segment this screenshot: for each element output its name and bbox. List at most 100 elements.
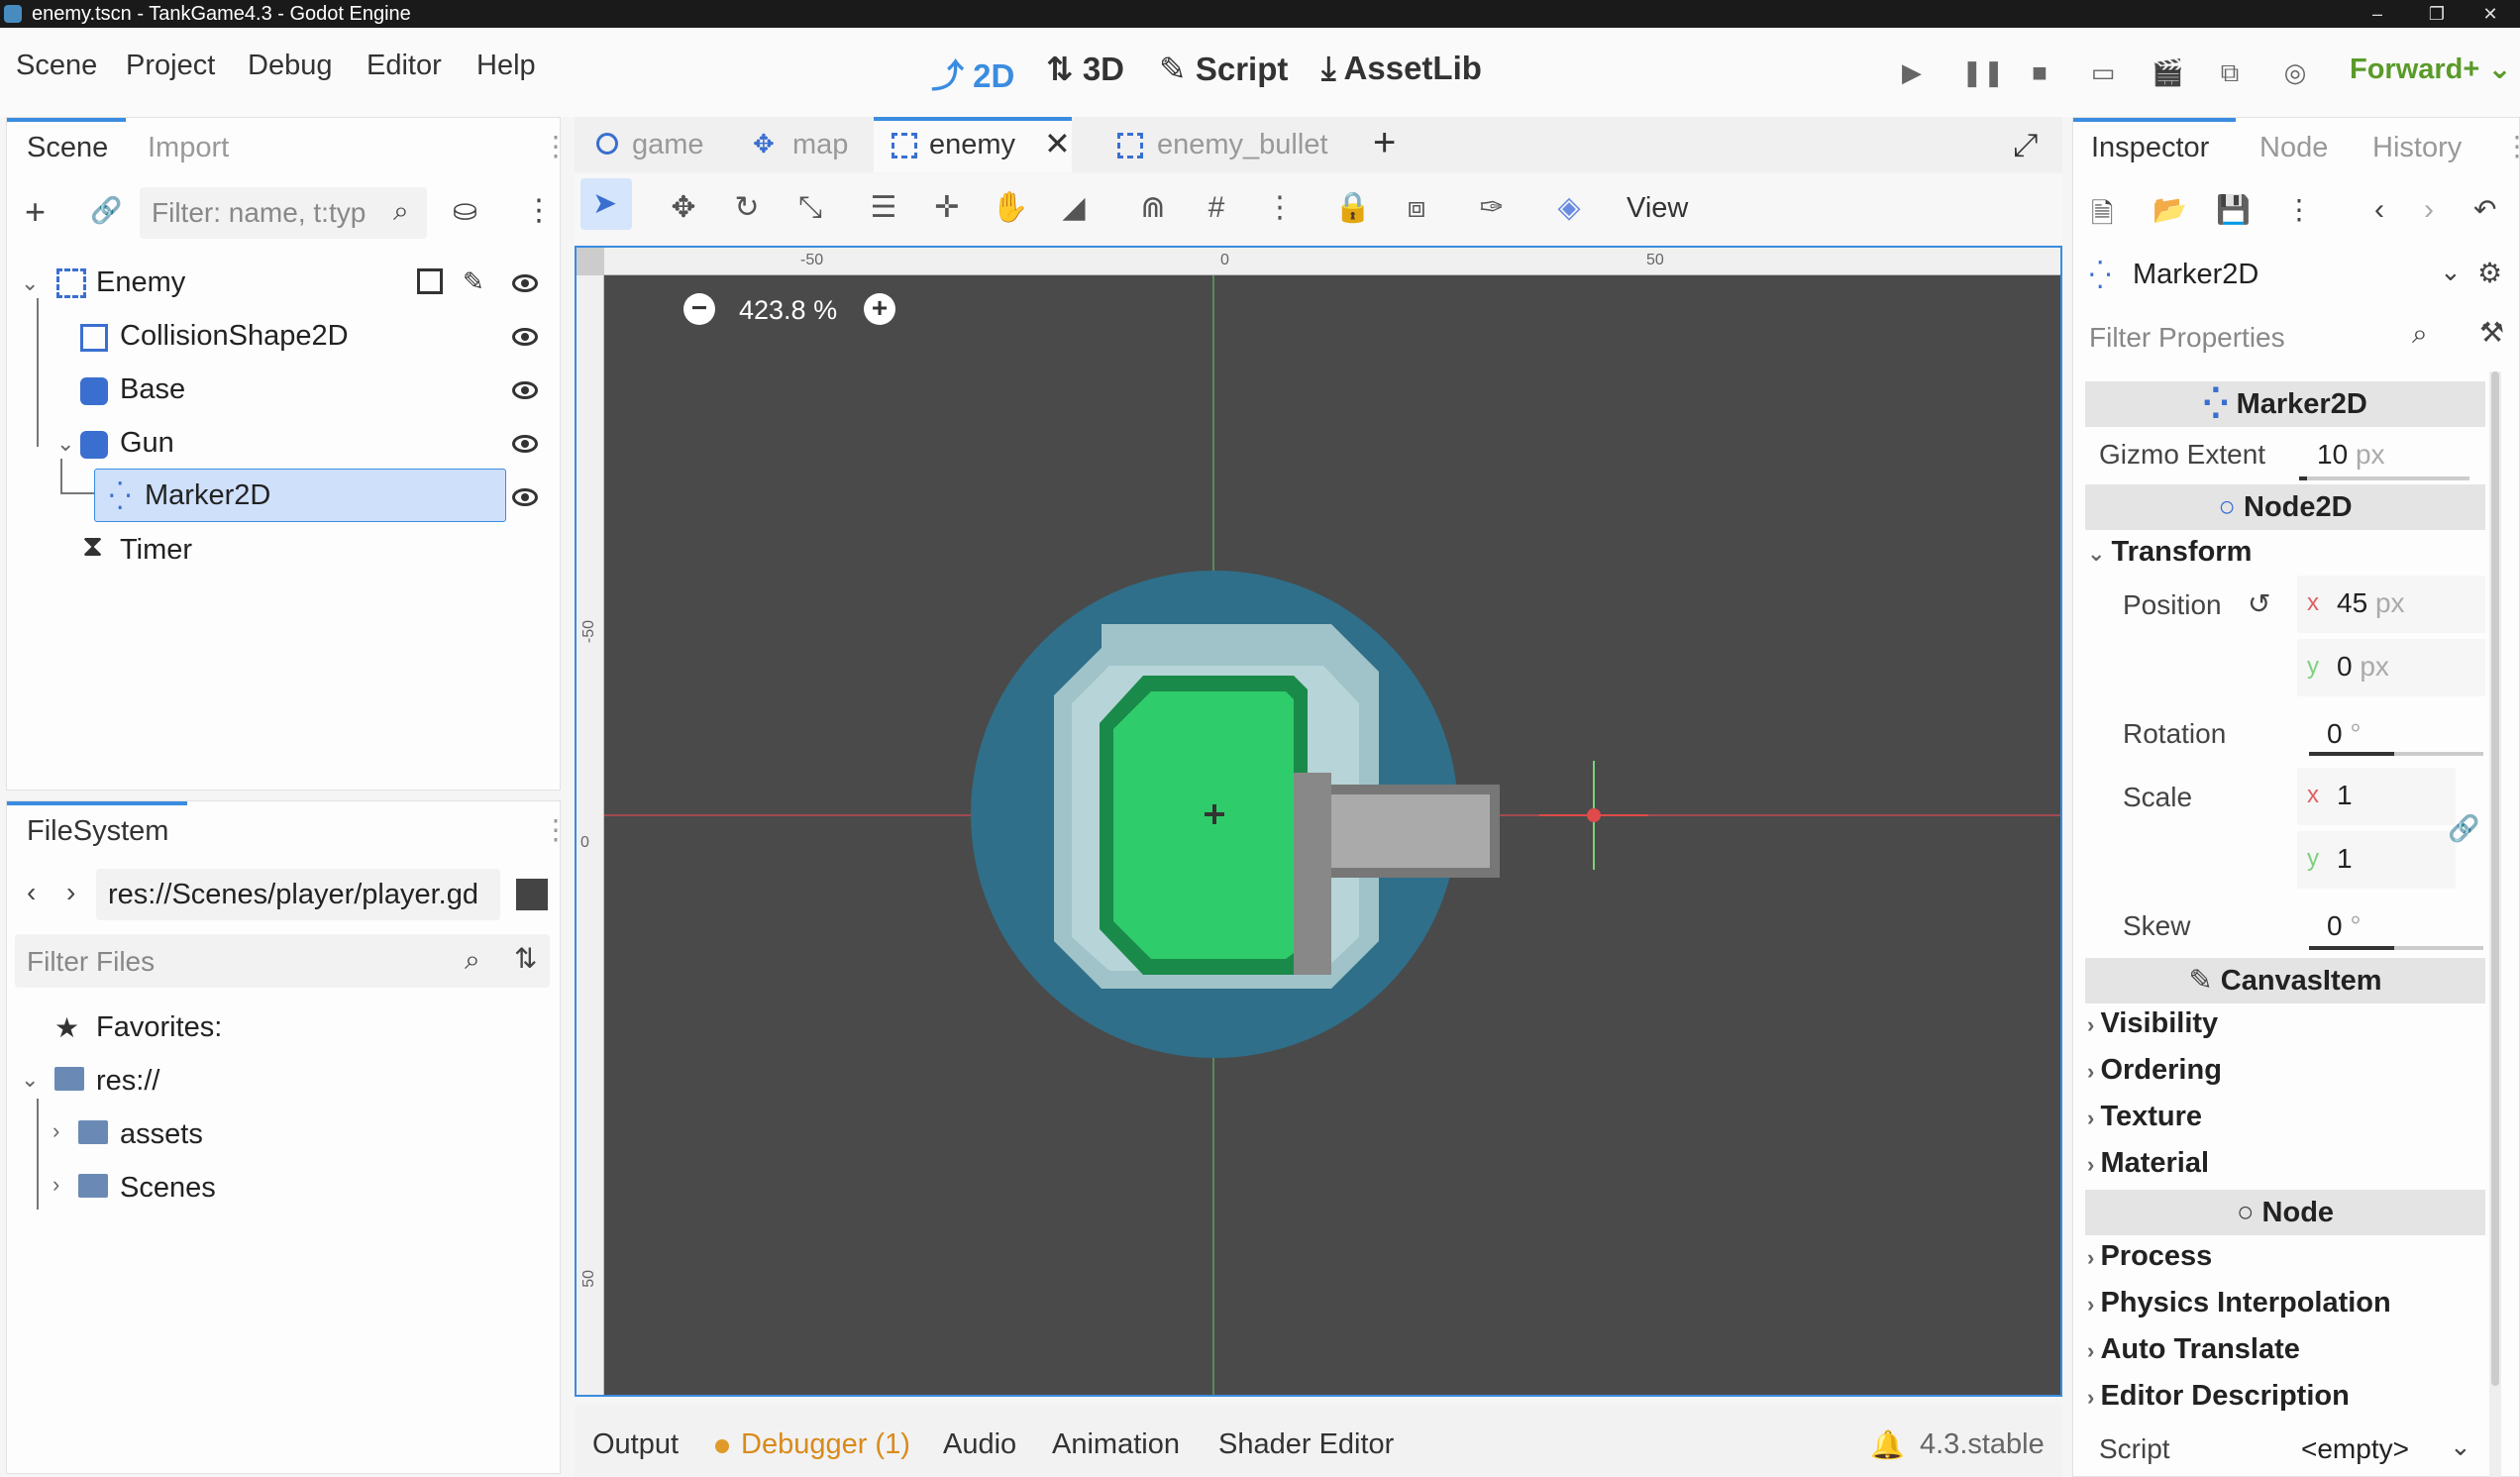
- link-icon[interactable]: 🔗: [90, 195, 122, 226]
- scale-mode-icon[interactable]: ⤡: [790, 188, 830, 228]
- section-marker2d[interactable]: ⁛ Marker2D: [2085, 381, 2485, 427]
- filter-files-input[interactable]: Filter Files ⌕: [15, 934, 550, 988]
- scale-y-field[interactable]: y 1: [2297, 831, 2456, 889]
- movie-maker-icon[interactable]: ◎: [2280, 57, 2310, 87]
- minimize-button[interactable]: –: [2348, 0, 2407, 28]
- split-view-icon[interactable]: [516, 879, 548, 910]
- group-process[interactable]: › Process: [2087, 1240, 2212, 1273]
- instantiate-scene-icon[interactable]: ⛀: [453, 193, 477, 228]
- expand-arrow-icon[interactable]: ›: [52, 1118, 59, 1144]
- renderer-select[interactable]: Forward+ ⌄: [2350, 52, 2512, 86]
- stop-icon[interactable]: ■: [2025, 57, 2054, 87]
- position-y-field[interactable]: y 0 px: [2297, 639, 2485, 696]
- fs-assets[interactable]: assets: [120, 1118, 203, 1151]
- node-type-selector[interactable]: ⁛ Marker2D ⌄: [2081, 247, 2468, 302]
- history-back-icon[interactable]: ‹: [2374, 193, 2384, 227]
- dock-menu-icon[interactable]: ⋮: [542, 130, 570, 162]
- tab-output[interactable]: Output: [592, 1428, 679, 1461]
- rotate-mode-icon[interactable]: ↻: [727, 188, 767, 228]
- tree-item-enemy[interactable]: Enemy: [96, 266, 185, 299]
- menu-project[interactable]: Project: [126, 50, 215, 82]
- tab-game[interactable]: game: [632, 129, 704, 161]
- mode-script-button[interactable]: ✎ Script: [1159, 50, 1288, 88]
- section-canvasitem[interactable]: ✎ CanvasItem: [2085, 958, 2485, 1003]
- skew-slider[interactable]: [2309, 946, 2483, 950]
- save-icon[interactable]: 💾: [2216, 193, 2251, 226]
- visibility-eye-icon[interactable]: [512, 274, 538, 292]
- menu-debug[interactable]: Debug: [248, 50, 332, 82]
- scroll-thumb[interactable]: [2491, 371, 2499, 1386]
- pan-hand-icon[interactable]: ✋: [991, 188, 1030, 228]
- script-attached-icon[interactable]: ✎: [463, 266, 484, 297]
- new-resource-icon[interactable]: 🗎: [2091, 193, 2114, 241]
- remote-debug-icon[interactable]: ▭: [2088, 57, 2118, 87]
- group-ordering[interactable]: › Ordering: [2087, 1054, 2222, 1087]
- scene-filter-input[interactable]: Filter: name, t:typ ⌕: [140, 187, 427, 239]
- filter-properties-input[interactable]: Filter Properties ⌕: [2073, 308, 2469, 364]
- visibility-eye-icon[interactable]: [512, 435, 538, 453]
- script-value[interactable]: <empty>: [2301, 1433, 2409, 1465]
- visibility-eye-icon[interactable]: [512, 328, 538, 346]
- gizmo-extent-slider[interactable]: [2299, 476, 2469, 480]
- rotation-input[interactable]: 0 °: [2327, 718, 2362, 750]
- add-tab-icon[interactable]: +: [1373, 121, 1396, 165]
- position-x-field[interactable]: x 45 px: [2297, 576, 2485, 633]
- tab-enemy-active[interactable]: enemy ✕: [874, 117, 1072, 172]
- tree-item-gun[interactable]: Gun: [120, 427, 174, 460]
- add-node-icon[interactable]: +: [25, 191, 46, 233]
- path-field[interactable]: res://Scenes/player/player.gd: [96, 869, 500, 920]
- resource-menu-icon[interactable]: ⋮: [2285, 193, 2313, 226]
- tab-map[interactable]: map: [792, 129, 848, 161]
- play-custom-scene-icon[interactable]: ⧉: [2215, 57, 2245, 87]
- tree-item-collisionshape2d[interactable]: CollisionShape2D: [120, 320, 349, 353]
- sort-icon[interactable]: ⇅: [514, 942, 537, 975]
- close-window-button[interactable]: ✕: [2461, 0, 2520, 28]
- snap-options-icon[interactable]: ⋮: [1260, 188, 1300, 228]
- tab-enemy-bullet[interactable]: enemy_bullet: [1157, 129, 1328, 161]
- canvas-viewport[interactable]: -50 0 50 -50 0 50 − 423.8 % +: [575, 246, 2062, 1397]
- tab-inspector[interactable]: Inspector: [2091, 132, 2209, 164]
- group-icon[interactable]: [417, 268, 443, 294]
- collapse-arrow-icon[interactable]: ⌄: [21, 1067, 39, 1093]
- link-scale-icon[interactable]: 🔗: [2448, 813, 2479, 844]
- mode-3d-button[interactable]: ⇅ 3D: [1046, 50, 1124, 88]
- group-editor-description[interactable]: › Editor Description: [2087, 1380, 2350, 1413]
- view-menu-button[interactable]: View: [1627, 192, 1688, 225]
- tab-node[interactable]: Node: [2259, 132, 2328, 164]
- tab-animation[interactable]: Animation: [1052, 1428, 1180, 1461]
- fs-res-root[interactable]: res://: [96, 1065, 159, 1098]
- open-folder-icon[interactable]: 📂: [2152, 193, 2187, 226]
- group-material[interactable]: › Material: [2087, 1147, 2209, 1180]
- restore-button[interactable]: ❐: [2407, 0, 2467, 28]
- object-properties-icon[interactable]: ⚙: [2477, 257, 2502, 289]
- mode-2d-button[interactable]: ⤴ 2D: [931, 50, 1014, 97]
- skew-input[interactable]: 0 °: [2327, 910, 2362, 942]
- scale-x-field[interactable]: x 1: [2297, 768, 2456, 825]
- bone-icon[interactable]: ✑: [1472, 188, 1512, 228]
- menu-help[interactable]: Help: [476, 50, 536, 82]
- select-mode-button[interactable]: ➤: [580, 178, 632, 230]
- tree-item-base[interactable]: Base: [120, 373, 185, 406]
- group-visibility[interactable]: › Visibility: [2087, 1007, 2218, 1040]
- close-tab-icon[interactable]: ✕: [1044, 125, 1071, 162]
- tab-history[interactable]: History: [2372, 132, 2462, 164]
- menu-editor[interactable]: Editor: [367, 50, 442, 82]
- menu-scene[interactable]: Scene: [16, 50, 97, 82]
- fs-scenes[interactable]: Scenes: [120, 1172, 216, 1205]
- gizmo-extent-input[interactable]: 10 px: [2317, 439, 2385, 471]
- expand-arrow-icon[interactable]: ›: [52, 1172, 59, 1198]
- tab-import[interactable]: Import: [148, 132, 229, 164]
- rotation-slider[interactable]: [2309, 752, 2483, 756]
- zoom-level[interactable]: 423.8 %: [739, 295, 837, 326]
- group-auto-translate[interactable]: › Auto Translate: [2087, 1333, 2300, 1366]
- mode-assetlib-button[interactable]: ⤓ AssetLib: [1321, 50, 1482, 88]
- forward-icon[interactable]: ›: [66, 877, 75, 908]
- list-select-icon[interactable]: ☰: [864, 188, 903, 228]
- collapse-arrow-icon[interactable]: ⌄: [21, 270, 39, 296]
- play-icon[interactable]: ▶: [1897, 57, 1927, 87]
- chevron-down-icon[interactable]: ⌄: [2450, 1431, 2471, 1462]
- play-scene-icon[interactable]: 🎬: [2152, 57, 2183, 87]
- inspector-scrollbar[interactable]: [2489, 371, 2501, 1477]
- transform-group[interactable]: ⌄ Transform: [2087, 536, 2252, 569]
- pivot-mode-icon[interactable]: ✛: [927, 188, 967, 228]
